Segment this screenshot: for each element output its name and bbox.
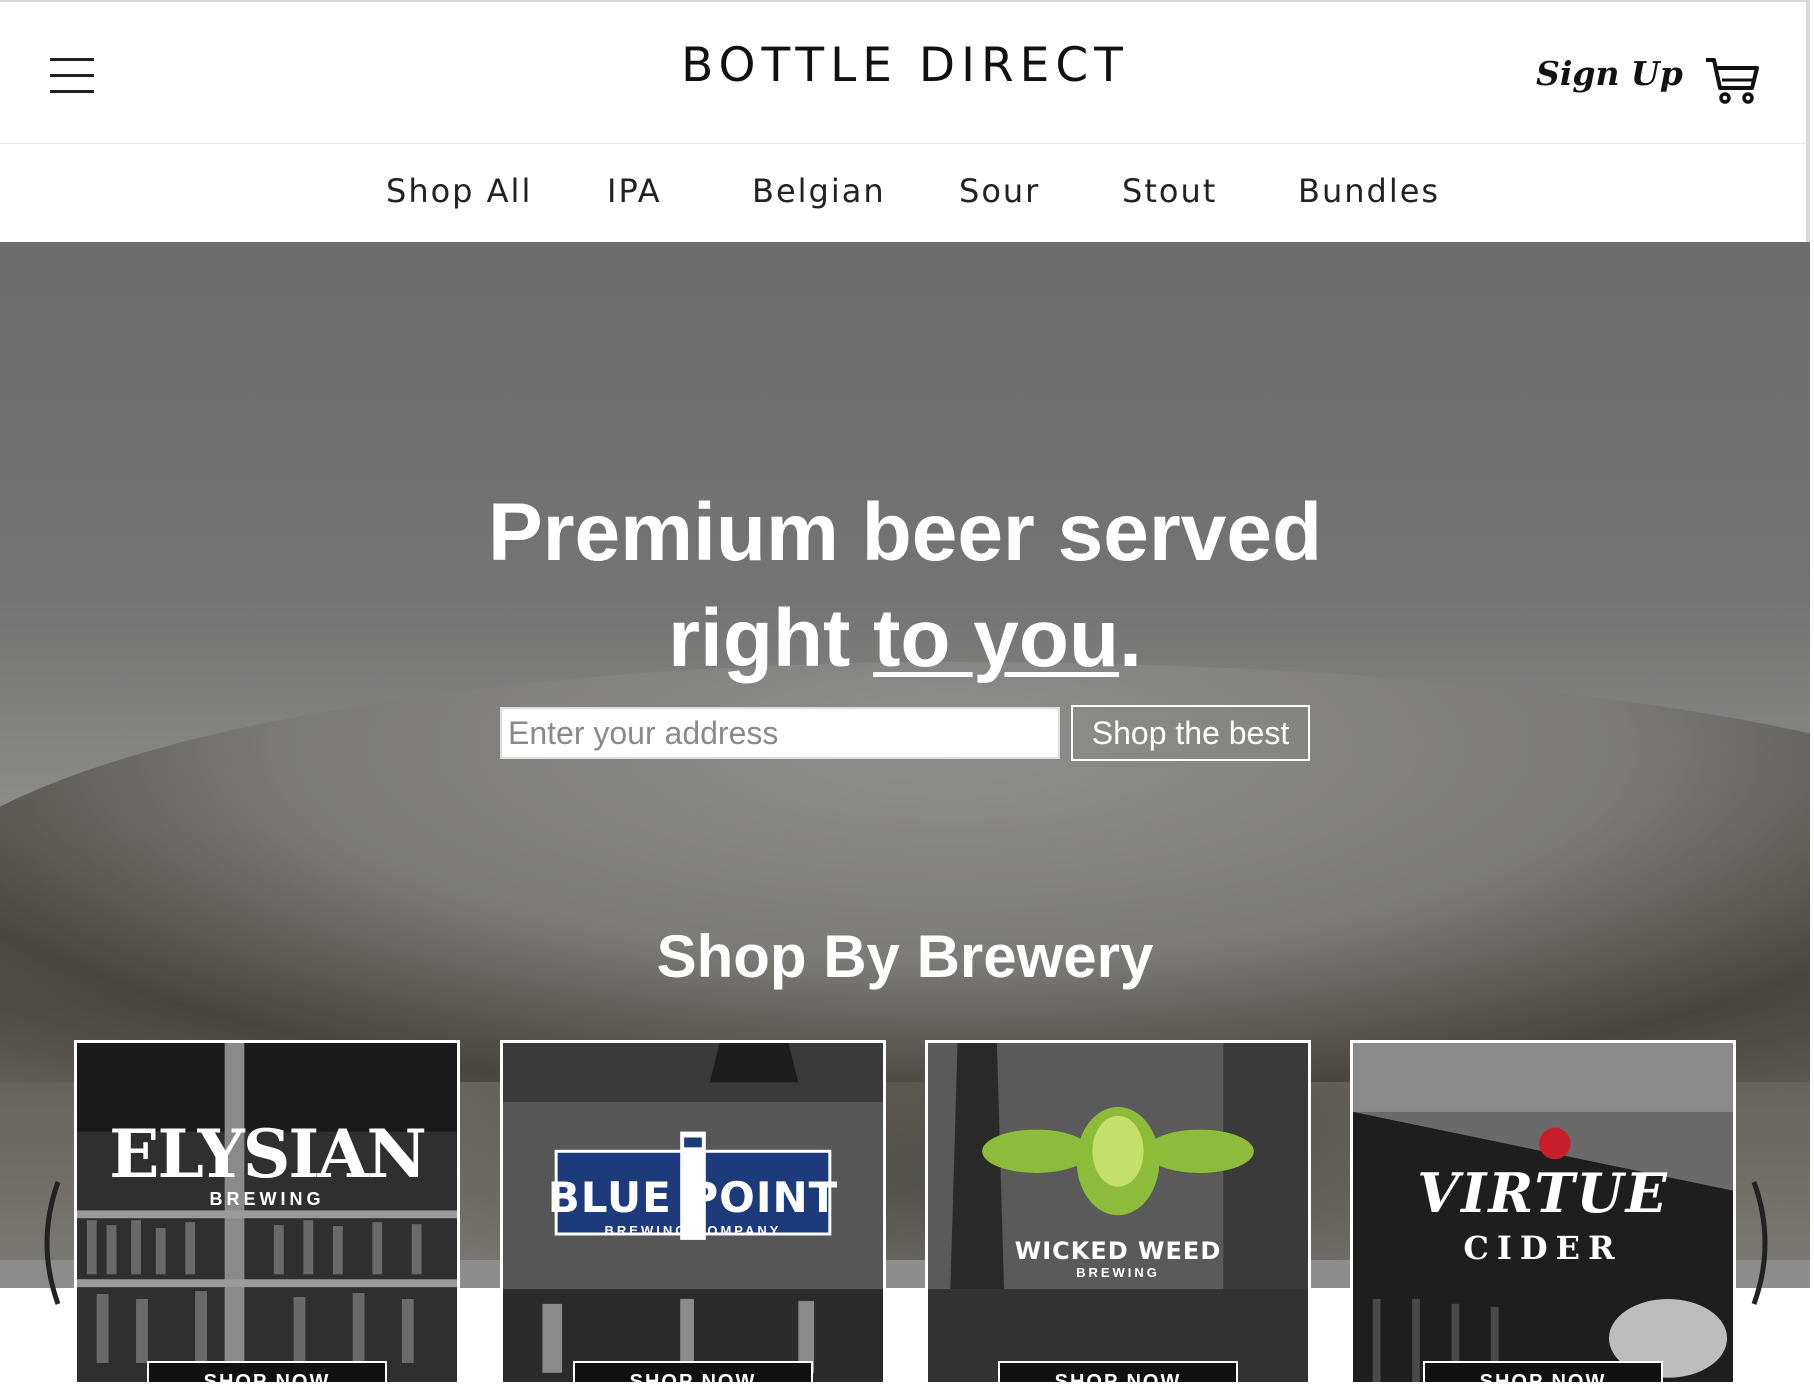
site-header: BOTTLE DIRECT Sign Up (0, 0, 1810, 144)
nav-stout[interactable]: Stout (1122, 172, 1217, 210)
headline-line-2-end: . (1119, 593, 1142, 684)
brewery-card-elysian[interactable]: ELYSIAN BREWING SHOP NOW (74, 1040, 460, 1385)
headline-emphasis: to you (873, 593, 1120, 684)
sign-up-link[interactable]: Sign Up (1536, 54, 1683, 93)
nav-ipa[interactable]: IPA (607, 172, 662, 210)
elysian-logo: ELYSIAN (109, 1115, 427, 1193)
elysian-logo-subtitle: BREWING (209, 1189, 325, 1209)
elysian-bar-photo (77, 1043, 457, 1382)
nav-sour[interactable]: Sour (959, 172, 1040, 210)
brewery-card-blue-point[interactable]: BLUE POINT BREWING COMPANY SHOP NOW (500, 1040, 886, 1385)
elysian-shop-now-button[interactable]: SHOP NOW (147, 1361, 387, 1382)
virtue-logo-subtitle: CIDER (1463, 1229, 1623, 1267)
virtue-shop-now-button[interactable]: SHOP NOW (1423, 1361, 1663, 1382)
blue-point-logo: BLUE POINT (547, 1173, 839, 1222)
shop-by-brewery-title: Shop By Brewery (656, 923, 1154, 990)
brewery-card-virtue-cider[interactable]: VIRTUE CIDER SHOP NOW (1350, 1040, 1736, 1385)
headline-line-1: Premium beer served (487, 487, 1323, 578)
chevron-left-icon[interactable] (28, 1178, 68, 1308)
wicked-weed-logo-subtitle: BREWING (1076, 1265, 1160, 1280)
address-input[interactable] (500, 707, 1060, 759)
chevron-right-icon[interactable] (1744, 1178, 1784, 1308)
nav-belgian[interactable]: Belgian (752, 172, 886, 210)
wicked-weed-patio-photo (928, 1043, 1308, 1382)
blue-point-shop-now-button[interactable]: SHOP NOW (573, 1361, 813, 1382)
wicked-weed-shop-now-button[interactable]: SHOP NOW (998, 1361, 1238, 1382)
category-nav: Shop All IPA Belgian Sour Stout Bundles (0, 144, 1810, 242)
headline-line-2-start: right (668, 593, 874, 684)
blue-point-logo-subtitle: BREWING COMPANY (604, 1223, 782, 1238)
wicked-weed-logo: WICKED WEED (1014, 1237, 1222, 1265)
nav-shop-all[interactable]: Shop All (386, 172, 532, 210)
shopping-cart-icon[interactable] (1704, 54, 1760, 106)
hero-headline: Premium beer served right to you. (0, 480, 1810, 692)
brewery-card-wicked-weed[interactable]: WICKED WEED BREWING SHOP NOW (925, 1040, 1311, 1385)
virtue-logo: VIRTUE (1417, 1161, 1669, 1225)
nav-bundles[interactable]: Bundles (1298, 172, 1440, 210)
shop-the-best-button[interactable]: Shop the best (1071, 705, 1310, 761)
